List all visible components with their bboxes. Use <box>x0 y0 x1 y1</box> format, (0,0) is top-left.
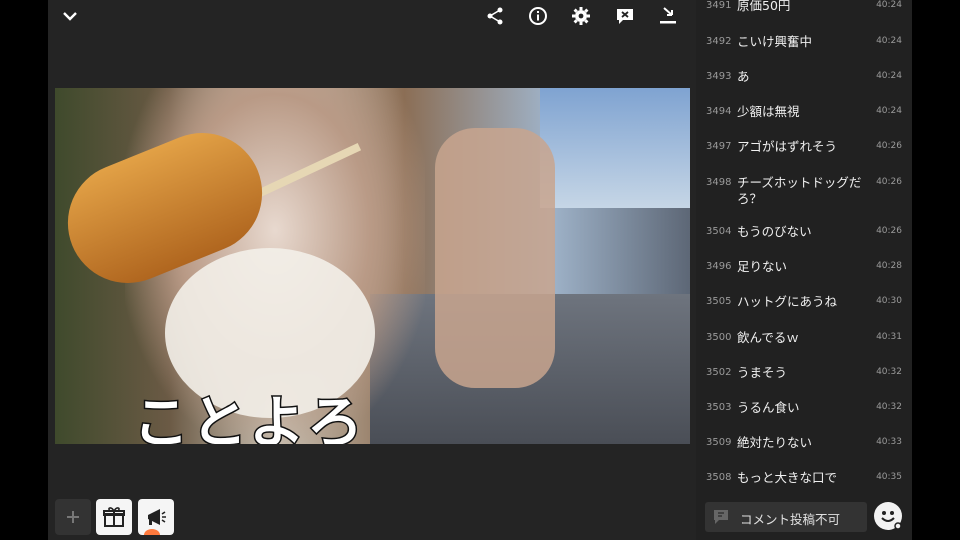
minimize-icon[interactable] <box>656 4 680 28</box>
player-area: ことよろ <box>48 0 696 540</box>
gift-button[interactable] <box>96 499 132 535</box>
emoji-icon <box>881 511 902 530</box>
plus-icon <box>67 511 79 523</box>
gear-icon[interactable] <box>569 4 593 28</box>
comment-input[interactable]: コメント投稿不可 <box>705 502 867 532</box>
add-button[interactable] <box>55 499 91 535</box>
right-edge <box>912 0 960 540</box>
chevron-down-icon[interactable] <box>58 4 82 28</box>
comment-icon <box>714 510 728 524</box>
emoji-button[interactable] <box>874 502 902 530</box>
info-icon[interactable] <box>526 4 550 28</box>
megaphone-icon <box>148 509 166 525</box>
video-frame[interactable]: ことよろ <box>55 88 690 444</box>
comment-off-icon[interactable] <box>613 4 637 28</box>
comment-panel: 3491 原価50円 40:24 3492 こいけ興奮中 40:24 3493 あ 40:2… <box>696 0 912 540</box>
share-icon[interactable] <box>483 4 507 28</box>
comment-input-label: コメント投稿不可 <box>740 512 841 527</box>
ad-button[interactable] <box>138 499 174 535</box>
video-caption: ことよろ <box>132 390 365 445</box>
gift-icon <box>103 507 125 527</box>
